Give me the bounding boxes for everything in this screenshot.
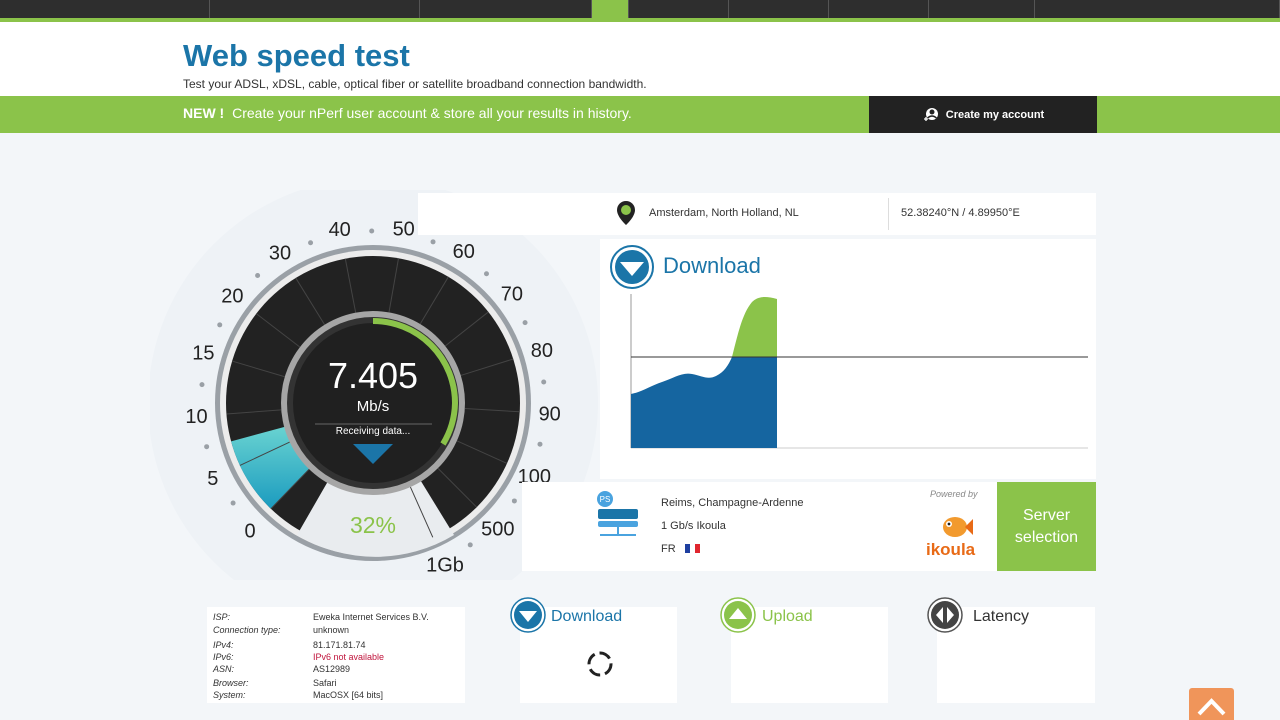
gauge-scale-label: 500 — [481, 519, 514, 541]
server-country-code: FR — [661, 543, 676, 555]
nav-item[interactable] — [729, 0, 829, 18]
scroll-to-top-button[interactable] — [1189, 688, 1234, 720]
location-coordinates: 52.38240°N / 4.89950°E — [901, 207, 1020, 219]
svg-text:PS: PS — [600, 495, 611, 504]
download-card-icon — [510, 597, 546, 633]
gauge-scale-label: 80 — [531, 340, 553, 362]
country-flag-icon — [685, 544, 700, 553]
gauge-dot — [511, 498, 517, 504]
divider — [888, 198, 889, 230]
latency-card-title: Latency — [973, 608, 1030, 625]
gauge-scale-label: 0 — [244, 520, 255, 542]
info-key: Browser: — [213, 678, 249, 688]
gauge-scale-label: 15 — [192, 343, 214, 365]
location-city: Amsterdam, North Holland, NL — [649, 207, 799, 219]
gauge-dot — [217, 322, 223, 328]
gauge-dot — [467, 542, 473, 548]
promo-new-label: NEW ! — [183, 105, 225, 121]
ikoula-logo: ikoula — [926, 540, 976, 559]
page-title: Web speed test — [183, 38, 410, 73]
progress-percent: 32% — [349, 512, 397, 538]
promo-text: NEW ! Create your nPerf user account & s… — [183, 105, 632, 121]
info-value: MacOSX [64 bits] — [313, 690, 384, 700]
latency-card-icon — [927, 597, 963, 633]
gauge-scale-label: 30 — [269, 242, 291, 264]
info-key: ISP: — [213, 612, 231, 622]
ikoula-fish-icon — [943, 517, 973, 537]
gauge-scale-label: 90 — [539, 404, 561, 426]
info-key: IPv4: — [213, 640, 234, 650]
info-value: unknown — [313, 625, 350, 635]
gauge-scale-label: 50 — [393, 219, 415, 241]
gauge-dot — [522, 320, 528, 326]
chevron-up-icon — [1197, 698, 1226, 716]
gauge-scale-label: 20 — [221, 285, 243, 307]
gauge-dot — [204, 444, 210, 450]
gauge-dot — [537, 441, 543, 447]
gauge-dot — [230, 500, 236, 506]
loading-spinner-icon — [587, 651, 613, 677]
info-value: IPv6 not available — [313, 652, 385, 662]
download-panel-title: Download — [663, 253, 761, 278]
server-selection-button[interactable]: Server selection — [997, 482, 1096, 571]
graph-area-green — [732, 297, 777, 357]
speed-value: 7.405 — [327, 355, 419, 396]
user-add-icon — [923, 107, 938, 121]
gauge-dot — [369, 228, 375, 234]
info-key: ASN: — [213, 664, 235, 674]
promo-message: Create your nPerf user account & store a… — [232, 105, 632, 121]
create-account-label: Create my account — [945, 108, 1045, 121]
server-icon: PS — [597, 491, 638, 536]
upload-card-icon — [720, 597, 756, 633]
nav-item[interactable] — [1035, 0, 1280, 18]
gauge-scale-label: 40 — [329, 219, 351, 241]
gauge-dot — [255, 272, 261, 278]
gauge-scale-label: 60 — [453, 241, 475, 263]
info-key: Connection type: — [213, 625, 281, 635]
location-pin-icon — [617, 201, 635, 225]
gauge-dot — [483, 271, 489, 277]
nav-item[interactable] — [0, 0, 210, 18]
nav-item[interactable] — [420, 0, 592, 18]
info-key: IPv6: — [213, 652, 234, 662]
graph-area-blue — [631, 357, 777, 448]
nav-item[interactable] — [829, 0, 929, 18]
gauge-scale-label: 70 — [501, 283, 523, 305]
gauge-dot — [199, 382, 205, 388]
gauge-scale-label: 10 — [185, 406, 207, 428]
nav-item[interactable] — [210, 0, 420, 18]
info-key: System: — [213, 690, 246, 700]
page-subtitle: Test your ADSL, xDSL, cable, optical fib… — [183, 77, 647, 91]
gauge-dot — [541, 379, 547, 385]
info-value: AS12989 — [313, 664, 351, 674]
nav-item[interactable] — [629, 0, 729, 18]
nav-item-active[interactable] — [592, 0, 629, 18]
info-value: Safari — [313, 678, 337, 688]
info-value: Eweka Internet Services B.V. — [313, 612, 429, 622]
create-account-button[interactable]: Create my account — [869, 96, 1097, 133]
info-value: 81.171.81.74 — [313, 640, 366, 650]
server-city: Reims, Champagne-Ardenne — [661, 497, 804, 509]
gauge-dot — [430, 239, 436, 245]
powered-by-label: Powered by — [930, 489, 978, 499]
gauge-scale-label: 1Gb — [426, 555, 464, 577]
server-isp: 1 Gb/s Ikoula — [661, 520, 726, 532]
gauge-status: Receiving data... — [335, 426, 411, 437]
gauge-dot — [308, 240, 314, 246]
speed-unit: Mb/s — [356, 398, 390, 415]
download-circle-icon — [610, 245, 654, 289]
top-navigation — [0, 0, 1280, 18]
nav-item[interactable] — [929, 0, 1035, 18]
download-speed-graph — [630, 294, 1088, 449]
download-card-title: Download — [551, 608, 623, 625]
gauge-scale-label: 5 — [207, 468, 218, 490]
upload-card-title: Upload — [762, 608, 813, 625]
